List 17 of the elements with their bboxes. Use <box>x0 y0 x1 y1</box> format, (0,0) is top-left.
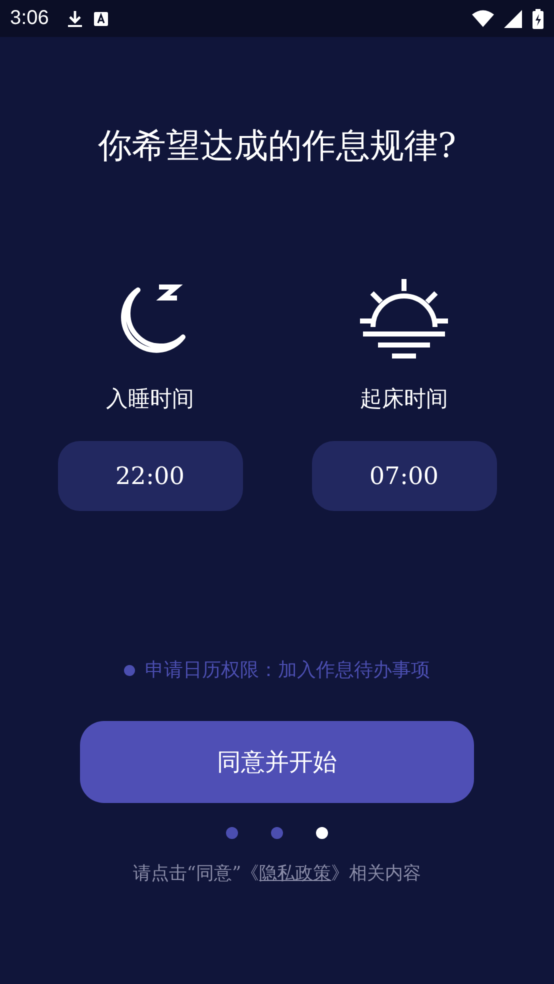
battery-icon <box>532 8 544 28</box>
bullet-icon <box>124 664 135 676</box>
status-time: 3:06 <box>10 7 49 30</box>
wifi-icon <box>472 10 494 27</box>
time-picker[interactable]: 07:00 <box>312 441 496 511</box>
sunrise-icon <box>360 279 448 359</box>
privacy-notice: 请点击“同意”《隐私政策》相关内容 <box>132 862 422 885</box>
privacy-link[interactable]: 隐私政策 <box>259 863 332 884</box>
text-icon <box>92 10 109 26</box>
time-label: 入睡时间 <box>106 386 194 414</box>
signal-icon <box>504 10 522 28</box>
agree-button[interactable]: 同意并开始 <box>80 721 474 803</box>
permission-note: 申请日历权限：加入作息待办事项 <box>145 658 430 683</box>
page-title: 你希望达成的作息规律? <box>98 125 456 167</box>
download-icon <box>66 10 83 28</box>
time-picker[interactable]: 22:00 <box>58 441 242 511</box>
time-label: 起床时间 <box>360 386 448 414</box>
